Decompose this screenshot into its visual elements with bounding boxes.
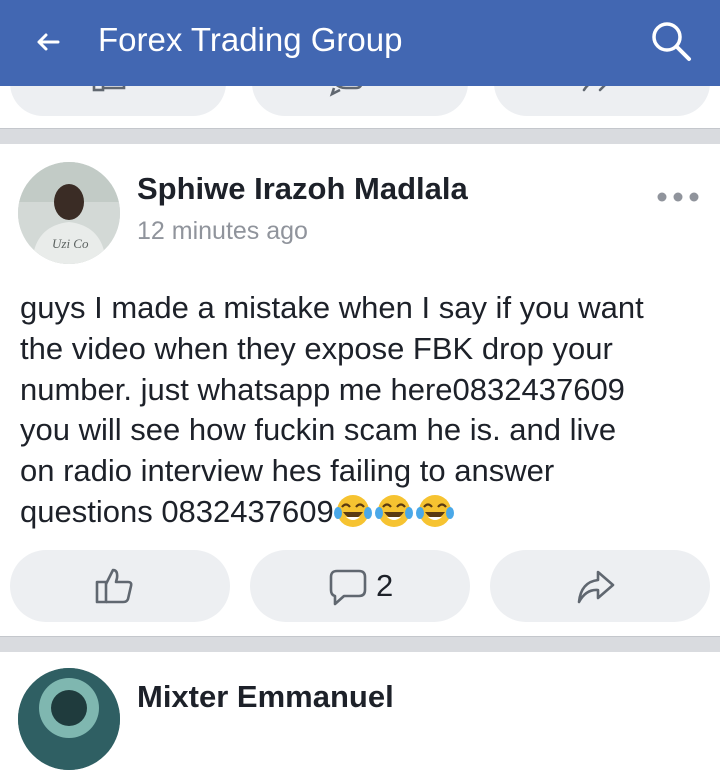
search-icon[interactable]	[648, 18, 694, 64]
post-line: the video when they expose FBK drop your	[20, 330, 613, 366]
share-button[interactable]	[490, 550, 710, 622]
post-line: guys I made a mistake when I say if you …	[20, 290, 644, 325]
tears-of-joy-icon	[333, 494, 372, 527]
top-app-bar: Forex Trading Group	[0, 0, 720, 86]
author-name[interactable]: Sphiwe Irazoh Madlala	[137, 170, 468, 208]
post-line: number. just whatsapp me here0832437609	[20, 371, 625, 407]
post-body: guys I made a mistake when I say if you …	[20, 288, 710, 533]
post-last-line: questions 0832437609	[20, 492, 710, 533]
author-avatar[interactable]: Uzi Co	[18, 162, 120, 264]
comment-count[interactable]: 2	[376, 566, 393, 606]
comment-icon	[329, 569, 367, 606]
post-actions	[0, 550, 720, 622]
share-icon	[577, 570, 615, 604]
post-line: questions 0832437609	[20, 493, 334, 529]
post-line: on radio interview hes failing to answer	[20, 453, 555, 489]
post-separator	[0, 129, 720, 144]
svg-text:Uzi Co: Uzi Co	[52, 236, 89, 251]
post-separator	[0, 637, 720, 652]
tears-of-joy-icon	[415, 494, 454, 527]
next-post-author[interactable]: Mixter Emmanuel	[137, 678, 394, 716]
next-avatar-photo	[18, 668, 120, 770]
like-button[interactable]	[10, 550, 230, 622]
back-arrow-icon[interactable]	[32, 27, 62, 57]
post-line: you will see how fuckin scam he is. and …	[20, 412, 617, 448]
tears-of-joy-icon	[374, 494, 413, 527]
group-title: Forex Trading Group	[98, 21, 403, 58]
more-options-icon[interactable]	[656, 187, 700, 207]
next-author-avatar[interactable]	[18, 668, 120, 770]
post-timestamp[interactable]: 12 minutes ago	[137, 214, 308, 248]
avatar-photo: Uzi Co	[18, 162, 120, 264]
like-icon	[95, 568, 133, 604]
comment-button[interactable]	[250, 550, 470, 622]
